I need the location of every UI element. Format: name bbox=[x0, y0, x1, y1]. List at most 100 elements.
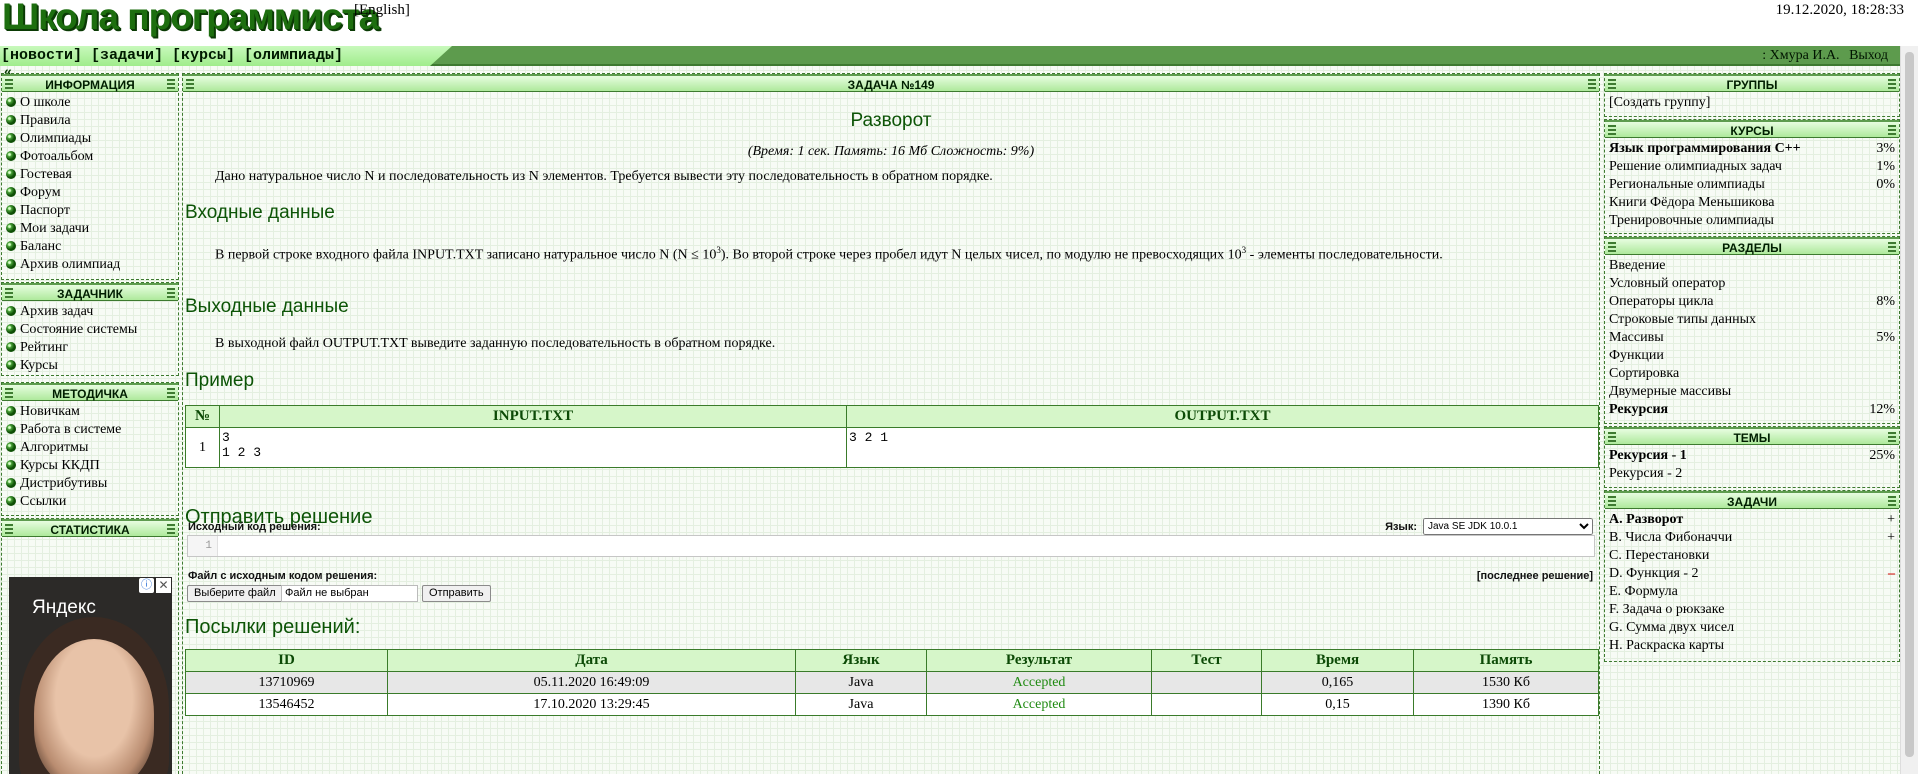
progress-item[interactable]: Двумерные массивы bbox=[1609, 383, 1895, 401]
sidebar-link[interactable]: Форум bbox=[6, 184, 174, 202]
progress-item[interactable]: Введение bbox=[1609, 257, 1895, 275]
progress-item[interactable]: F. Задача о рюкзаке bbox=[1609, 601, 1895, 619]
sidebar-link[interactable]: Работа в системе bbox=[6, 421, 174, 439]
progress-item[interactable]: Книги Фёдора Меньшикова bbox=[1609, 194, 1895, 212]
problem-limits: (Время: 1 сек. Память: 16 Мб Сложность: … bbox=[747, 144, 1035, 159]
table-cell[interactable]: 13710969 bbox=[185, 671, 388, 694]
create-group-link[interactable]: [Создать группу] bbox=[1605, 92, 1899, 114]
progress-item[interactable]: Язык программирования C++ 3% bbox=[1609, 140, 1895, 158]
sidebar-link[interactable]: Состояние системы bbox=[6, 321, 174, 339]
progress-item[interactable]: Функции bbox=[1609, 347, 1895, 365]
sidebar-link[interactable]: Баланс bbox=[6, 238, 174, 256]
sidebar-link[interactable]: Курсы ККДП bbox=[6, 457, 174, 475]
sidebar-link[interactable]: Курсы bbox=[6, 357, 174, 375]
nav-problems[interactable]: [задачи] bbox=[91, 47, 163, 64]
progress-item[interactable]: Строковые типы данных bbox=[1609, 311, 1895, 329]
nav-courses[interactable]: [курсы] bbox=[172, 47, 235, 64]
col-test[interactable]: Тест bbox=[1151, 649, 1262, 672]
info-panel-title: ИНФОРМАЦИЯ bbox=[2, 74, 178, 92]
nav-olympiads[interactable]: [олимпиады] bbox=[244, 47, 343, 64]
progress-item[interactable]: Региональные олимпиады 0% bbox=[1609, 176, 1895, 194]
page-scrollbar[interactable] bbox=[1900, 46, 1918, 774]
language-select[interactable]: Java SE JDK 10.0.1 bbox=[1423, 518, 1593, 535]
sidebar-link[interactable]: Мои задачи bbox=[6, 220, 174, 238]
table-cell bbox=[1151, 671, 1262, 694]
source-code-editor[interactable]: 1 bbox=[187, 535, 1595, 557]
table-row[interactable]: 13710969 05.11.2020 16:49:09 Java Accepted 0… bbox=[185, 671, 1599, 694]
ad-info-icon[interactable]: ⓘ bbox=[139, 578, 154, 593]
sidebar-link[interactable]: Паспорт bbox=[6, 202, 174, 220]
groups-panel: ГРУППЫ [Создать группу] bbox=[1604, 73, 1900, 117]
sidebar-link[interactable]: Фотоальбом bbox=[6, 148, 174, 166]
progress-item[interactable]: Сортировка bbox=[1609, 365, 1895, 383]
input-description: В первой строке входного файла INPUT.TXT… bbox=[215, 245, 1443, 263]
progress-item[interactable]: G. Сумма двух чисел bbox=[1609, 619, 1895, 637]
ad-close-icon[interactable]: ✕ bbox=[156, 578, 171, 593]
sidebar-link[interactable]: Архив задач bbox=[6, 303, 174, 321]
output-description: В выходной файл OUTPUT.TXT выведите зада… bbox=[215, 336, 776, 351]
choose-file-button[interactable]: Выберите файл bbox=[187, 585, 283, 602]
nav-news[interactable]: [новости] bbox=[1, 47, 82, 64]
yandex-ad-banner[interactable]: Яндекс ⓘ ✕ bbox=[9, 577, 172, 774]
col-id[interactable]: ID bbox=[185, 649, 388, 672]
english-link[interactable]: [English] bbox=[354, 2, 410, 19]
progress-item[interactable]: Решение олимпиадных задач 1% bbox=[1609, 158, 1895, 176]
sidebar-link[interactable]: Правила bbox=[6, 112, 174, 130]
table-row[interactable]: 13546452 17.10.2020 13:29:45 Java Accepted 0… bbox=[185, 693, 1599, 716]
progress-item-label: G. Сумма двух чисел bbox=[1609, 620, 1735, 635]
col-memory[interactable]: Память bbox=[1413, 649, 1599, 672]
bullet-icon bbox=[6, 133, 16, 143]
logout-link[interactable]: Выход bbox=[1849, 48, 1888, 63]
table-cell[interactable]: 13546452 bbox=[185, 693, 388, 716]
sections-panel: РАЗДЕЛЫ Введение Условный оператор Операто… bbox=[1604, 236, 1900, 424]
progress-item[interactable]: Условный оператор bbox=[1609, 275, 1895, 293]
progress-item-value: 8% bbox=[1876, 294, 1895, 309]
progress-item[interactable]: Операторы цикла 8% bbox=[1609, 293, 1895, 311]
col-time[interactable]: Время bbox=[1261, 649, 1414, 672]
courses-panel-title: КУРСЫ bbox=[1605, 120, 1899, 138]
last-solution-link[interactable]: [последнее решение] bbox=[1477, 570, 1593, 582]
col-result[interactable]: Результат bbox=[926, 649, 1152, 672]
progress-item-label: E. Формула bbox=[1609, 584, 1678, 599]
site-logo[interactable]: Школа программиста bbox=[2, 0, 379, 38]
progress-item-label: F. Задача о рюкзаке bbox=[1609, 602, 1725, 617]
bullet-icon bbox=[6, 360, 16, 370]
progress-item[interactable]: D. Функция - 2 – bbox=[1609, 565, 1895, 583]
sidebar-link[interactable]: Ссылки bbox=[6, 493, 174, 511]
col-language[interactable]: Язык bbox=[795, 649, 927, 672]
progress-item[interactable]: Тренировочные олимпиады bbox=[1609, 212, 1895, 230]
progress-item[interactable]: Массивы 5% bbox=[1609, 329, 1895, 347]
progress-item[interactable]: B. Числа Фибоначчи + bbox=[1609, 529, 1895, 547]
sidebar-link[interactable]: Новичкам bbox=[6, 403, 174, 421]
progress-item-value: 5% bbox=[1876, 330, 1895, 345]
sidebar-link[interactable]: Архив олимпиад bbox=[6, 256, 174, 274]
progress-item-label: Региональные олимпиады bbox=[1609, 177, 1765, 192]
progress-item[interactable]: E. Формула bbox=[1609, 583, 1895, 601]
scrollbar-thumb[interactable] bbox=[1905, 52, 1914, 757]
progress-item[interactable]: Рекурсия - 1 25% bbox=[1609, 447, 1895, 465]
sidebar-link[interactable]: Гостевая bbox=[6, 166, 174, 184]
bullet-icon bbox=[6, 223, 16, 233]
progress-item[interactable]: Рекурсия 12% bbox=[1609, 401, 1895, 419]
sidebar-link[interactable]: Олимпиады bbox=[6, 130, 174, 148]
bullet-icon bbox=[6, 97, 16, 107]
problem-panel: ЗАДАЧА №149 Разворот (Время: 1 сек. Памя… bbox=[182, 73, 1600, 774]
sidebar-link[interactable]: Дистрибутивы bbox=[6, 475, 174, 493]
submissions-heading: Посылки решений: bbox=[185, 616, 361, 638]
progress-item[interactable]: A. Разворот + bbox=[1609, 511, 1895, 529]
progress-item[interactable]: C. Перестановки bbox=[1609, 547, 1895, 565]
user-name[interactable]: : Хмура И.А. bbox=[1762, 48, 1839, 63]
table-cell: 17.10.2020 13:29:45 bbox=[387, 693, 796, 716]
example-col-output: OUTPUT.TXT bbox=[846, 405, 1599, 428]
sidebar-link-label: Правила bbox=[20, 113, 71, 128]
sidebar-link[interactable]: О школе bbox=[6, 94, 174, 112]
user-info: : Хмура И.А. Выход bbox=[1762, 46, 1888, 66]
bullet-icon bbox=[6, 241, 16, 251]
sidebar-link[interactable]: Алгоритмы bbox=[6, 439, 174, 457]
progress-item[interactable]: H. Раскраска карты bbox=[1609, 637, 1895, 655]
example-col-num: № bbox=[185, 405, 220, 428]
send-button[interactable]: Отправить bbox=[422, 585, 491, 602]
progress-item[interactable]: Рекурсия - 2 bbox=[1609, 465, 1895, 483]
col-date[interactable]: Дата bbox=[387, 649, 796, 672]
sidebar-link[interactable]: Рейтинг bbox=[6, 339, 174, 357]
